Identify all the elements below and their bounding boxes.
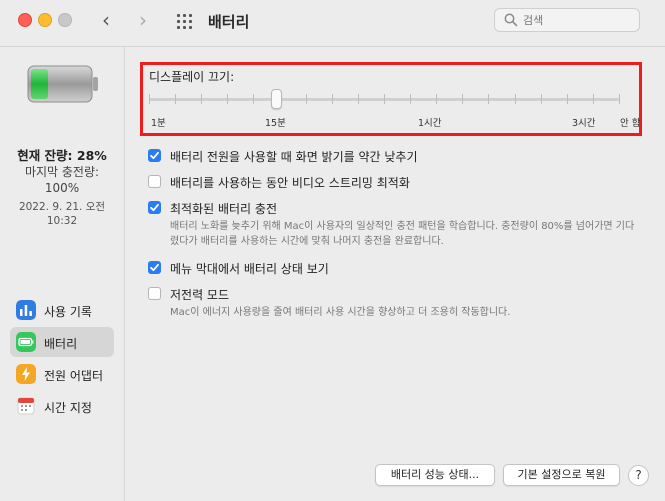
display-sleep-label: 디스플레이 끄기: [149, 70, 235, 84]
restore-defaults-button[interactable]: 기본 설정으로 복원 [503, 464, 620, 486]
low-power-mode-label[interactable]: 저전력 모드 [170, 286, 229, 303]
back-button[interactable]: ‹ [102, 10, 110, 30]
slider-tick [567, 94, 568, 104]
video-streaming-label[interactable]: 배터리를 사용하는 동안 비디오 스트리밍 최적화 [170, 174, 410, 191]
slider-tick [541, 94, 542, 104]
battery-level-icon [27, 65, 98, 103]
search-input[interactable] [523, 12, 633, 28]
checkmark-icon [150, 203, 159, 212]
slider-label-1hour: 1시간 [418, 118, 442, 129]
usage-history-icon [16, 300, 36, 320]
optimized-charging-checkbox[interactable] [148, 201, 161, 214]
search-field[interactable] [494, 8, 640, 32]
slider-tick [515, 94, 516, 104]
last-charged-date: 2022. 9. 21. 오전 10:32 [12, 200, 112, 228]
low-power-mode-checkbox[interactable] [148, 287, 161, 300]
optimized-charging-description: 배터리 노화를 늦추기 위해 Mac이 사용자의 일상적인 충전 패턴을 학습합… [170, 221, 635, 247]
slider-label-never: 안 함 [620, 118, 641, 129]
checkmark-icon [150, 263, 159, 272]
optimized-charging-label[interactable]: 최적화된 배터리 충전 [170, 200, 277, 217]
slider-tick [436, 94, 437, 104]
sidebar-item-usage-history[interactable]: 사용 기록 [10, 295, 114, 325]
slider-tick [175, 94, 176, 104]
calendar-icon [17, 397, 35, 415]
dim-display-checkbox[interactable] [148, 149, 161, 162]
search-icon [504, 13, 518, 27]
slider-tick [306, 94, 307, 104]
slider-tick [462, 94, 463, 104]
slider-tick [201, 94, 202, 104]
last-charged-date-line2: 10:32 [46, 215, 78, 227]
sidebar-item-label: 배터리 [44, 337, 78, 351]
minimize-window-button[interactable] [38, 13, 52, 27]
power-adapter-icon [16, 364, 36, 384]
battery-health-button[interactable]: 배터리 성능 상태... [375, 464, 495, 486]
display-sleep-slider-knob[interactable] [271, 89, 282, 109]
sidebar-item-schedule[interactable]: 시간 지정 [10, 391, 114, 421]
slider-tick [593, 94, 594, 104]
close-window-button[interactable] [18, 13, 32, 27]
slider-tick [253, 94, 254, 104]
menu-bar-status-label[interactable]: 메뉴 막대에서 배터리 상태 보기 [170, 260, 329, 277]
low-power-mode-description: Mac이 에너지 사용량을 줄여 배터리 사용 시간을 향상하고 더 조용히 작… [170, 307, 511, 318]
sidebar-item-label: 전원 어댑터 [44, 369, 104, 383]
slider-tick [619, 94, 620, 104]
slider-tick [384, 94, 385, 104]
battery-icon [16, 332, 36, 352]
sidebar-item-power-adapter[interactable]: 전원 어댑터 [10, 359, 114, 389]
video-streaming-checkbox[interactable] [148, 175, 161, 188]
title-bar: ‹ › 배터리 [0, 0, 665, 47]
slider-tick [227, 94, 228, 104]
slider-tick [332, 94, 333, 104]
slider-tick [488, 94, 489, 104]
sidebar-item-label: 사용 기록 [44, 305, 92, 319]
show-all-grid-icon[interactable] [177, 14, 193, 30]
slider-label-1min: 1분 [151, 118, 166, 129]
dim-display-label[interactable]: 배터리 전원을 사용할 때 화면 밝기를 약간 낮추기 [170, 148, 418, 165]
slider-tick [358, 94, 359, 104]
last-charged-percent: 100% [44, 181, 80, 195]
slider-tick [149, 94, 150, 104]
slider-label-15min: 15분 [265, 118, 286, 129]
sidebar-item-battery[interactable]: 배터리 [10, 327, 114, 357]
slider-label-3hour: 3시간 [572, 118, 596, 129]
forward-button[interactable]: › [139, 10, 147, 30]
last-charged-label: 마지막 충전량: [24, 165, 100, 179]
current-charge-label: 현재 잔량: 28% [17, 148, 107, 163]
zoom-window-button[interactable] [58, 13, 72, 27]
window-title: 배터리 [208, 13, 250, 31]
help-button[interactable]: ? [628, 465, 649, 486]
slider-tick [410, 94, 411, 104]
menu-bar-status-checkbox[interactable] [148, 261, 161, 274]
last-charged-date-line1: 2022. 9. 21. 오전 [18, 201, 106, 213]
sidebar [0, 47, 124, 501]
sidebar-item-label: 시간 지정 [44, 401, 92, 415]
checkmark-icon [150, 151, 159, 160]
